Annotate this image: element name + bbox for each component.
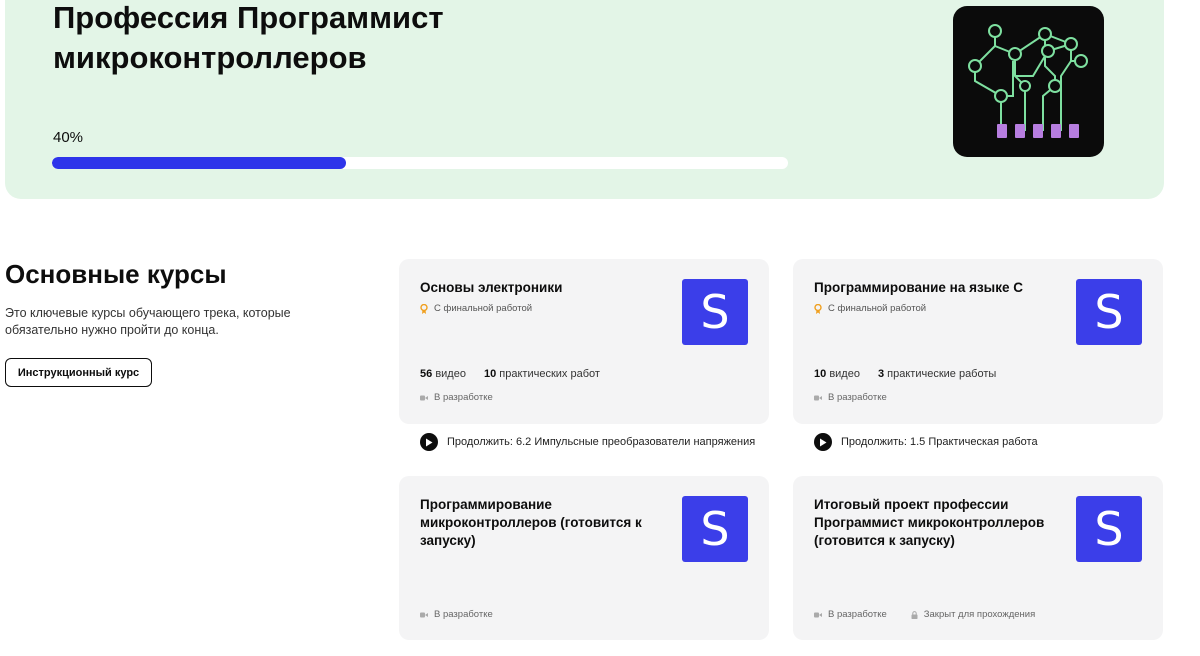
medal-icon [814,303,822,314]
final-work-tag: С финальной работой [420,303,532,314]
course-card-microcontrollers[interactable]: Программирование микроконтроллеров (гото… [399,476,769,640]
course-title: Итоговый проект профессии Программист ми… [814,497,1045,548]
course-card-c-language[interactable]: Программирование на языке C С финальной … [793,259,1163,424]
locked-badge: Закрыт для прохождения [911,609,1035,620]
play-icon[interactable] [814,433,832,451]
video-camera-icon [814,395,822,400]
final-work-tag: С финальной работой [814,303,926,314]
course-stats: 56 видео 10 практических работ [420,368,600,380]
instruction-course-button[interactable]: Инструкционный курс [5,358,152,387]
medal-icon [420,303,428,314]
course-badge: S [682,279,748,345]
page-title: Профессия Программист микроконтроллеров [53,0,444,75]
course-title: Программирование на языке C [814,280,1023,295]
section-title: Основные курсы [5,259,227,289]
course-badge: S [682,496,748,562]
continue-link-electronics[interactable]: Продолжить: 6.2 Импульсные преобразовате… [420,433,765,451]
course-badge: S [1076,496,1142,562]
section-description: Это ключевые курсы обучающего трека, кот… [5,306,291,337]
play-icon[interactable] [420,433,438,451]
circuit-board-icon [953,6,1104,157]
video-camera-icon [420,612,428,617]
course-title: Программирование микроконтроллеров (гото… [420,497,642,548]
video-camera-icon [420,395,428,400]
lock-icon [911,610,918,619]
progress-percent: 40% [53,129,84,146]
course-badge: S [1076,279,1142,345]
course-title: Основы электроники [420,280,563,295]
status-badge: В разработке [420,392,493,403]
continue-link-c-language[interactable]: Продолжить: 1.5 Практическая работа [814,433,1159,451]
videos-stat: 56 видео [420,368,466,380]
progress-bar [52,157,788,169]
course-card-final-project[interactable]: Итоговый проект профессии Программист ми… [793,476,1163,640]
video-camera-icon [814,612,822,617]
status-badge: В разработке [814,392,887,403]
course-card-electronics[interactable]: Основы электроники С финальной работой S… [399,259,769,424]
works-stat: 3 практические работы [877,368,997,380]
progress-bar-fill [52,157,347,169]
profession-hero: Профессия Программист микроконтроллеров … [5,0,1164,199]
videos-stat: 10 видео [814,368,860,380]
status-badge: В разработке Закрыт для прохождения [814,609,1035,620]
status-badge: В разработке [420,609,493,620]
course-stats: 10 видео 3 практические работы [814,368,996,380]
works-stat: 10 практических работ [483,368,600,380]
